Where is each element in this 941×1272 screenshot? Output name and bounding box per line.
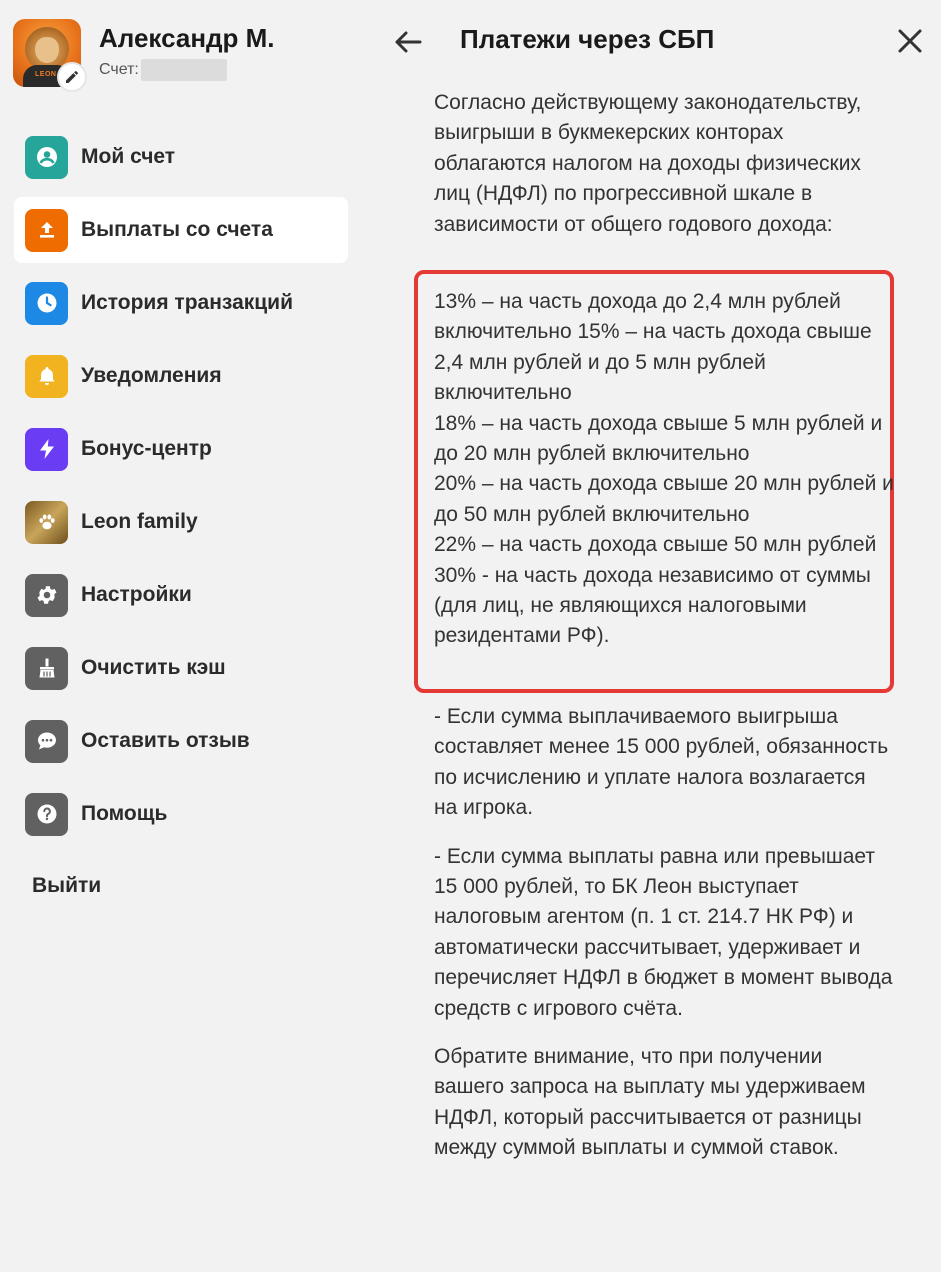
sidebar-item-help[interactable]: Помощь bbox=[14, 781, 348, 847]
sidebar-item-withdrawals[interactable]: Выплаты со счета bbox=[14, 197, 348, 263]
account-number-redacted bbox=[140, 59, 227, 81]
tax-note: - Если сумма выплаты равна или превышает… bbox=[434, 844, 893, 1020]
sidebar-item-my-account[interactable]: Мой счет bbox=[14, 124, 348, 190]
tax-info-intro: Согласно действующему законодательству, … bbox=[434, 88, 894, 240]
bell-icon bbox=[25, 354, 68, 398]
profile-name: Александр М. bbox=[99, 23, 275, 53]
paw-icon bbox=[25, 500, 68, 544]
sidebar-item-bonus-center[interactable]: Бонус-центр bbox=[14, 416, 348, 482]
sidebar-item-label: История транзакций bbox=[81, 291, 293, 314]
lion-face bbox=[35, 37, 59, 63]
page-title: Платежи через СБП bbox=[460, 24, 715, 54]
tax-rate-item: 30% - на часть дохода независимо от сумм… bbox=[434, 563, 871, 648]
arrow-left-icon bbox=[395, 31, 422, 53]
account-number: Счет: bbox=[99, 59, 227, 81]
pencil-icon bbox=[66, 70, 78, 83]
close-button[interactable] bbox=[893, 24, 927, 58]
tax-rate-item: 20% – на часть дохода свыше 20 млн рубле… bbox=[434, 472, 894, 526]
tax-rate-item: 13% – на часть дохода до 2,4 млн рублей … bbox=[434, 290, 872, 405]
sidebar-item-feedback[interactable]: Оставить отзыв bbox=[14, 708, 348, 774]
sidebar-item-transaction-history[interactable]: История транзакций bbox=[14, 270, 348, 336]
clock-icon bbox=[25, 281, 68, 325]
sidebar-item-label: Настройки bbox=[81, 583, 192, 606]
sidebar-item-label: Помощь bbox=[81, 802, 168, 825]
edit-avatar-button[interactable] bbox=[57, 62, 87, 92]
sidebar-item-notifications[interactable]: Уведомления bbox=[14, 343, 348, 409]
sidebar-item-label: Оставить отзыв bbox=[81, 729, 250, 752]
tax-rates-list: 13% – на часть дохода до 2,4 млн рублей … bbox=[434, 287, 894, 652]
sidebar-item-settings[interactable]: Настройки bbox=[14, 562, 348, 628]
tax-rate-item: 22% – на часть дохода свыше 50 млн рубле… bbox=[434, 533, 877, 557]
tax-note: Обратите внимание, что при получении ваш… bbox=[434, 1045, 866, 1160]
chat-bubble-icon bbox=[25, 719, 68, 763]
help-icon bbox=[25, 792, 68, 836]
profile-header: LEON Александр М. Счет: bbox=[13, 19, 353, 92]
sidebar-item-label: Очистить кэш bbox=[81, 656, 226, 679]
intro-paragraph: Согласно действующему законодательству, … bbox=[434, 91, 862, 236]
sidebar-item-leon-family[interactable]: Leon family bbox=[14, 489, 348, 555]
sidebar-item-label: Уведомления bbox=[81, 364, 222, 387]
user-circle-icon bbox=[25, 135, 68, 179]
avatar-shirt-text: LEON bbox=[35, 71, 57, 78]
tax-notes: - Если сумма выплачиваемого выигрыша сос… bbox=[434, 702, 894, 1182]
broom-icon bbox=[25, 646, 68, 690]
logout-link[interactable]: Выйти bbox=[32, 874, 101, 898]
tax-rate-item: 18% – на часть дохода свыше 5 млн рублей… bbox=[434, 411, 883, 466]
tax-note: - Если сумма выплачиваемого выигрыша сос… bbox=[434, 705, 889, 820]
gear-icon bbox=[25, 573, 68, 617]
upload-icon bbox=[25, 208, 68, 252]
sidebar-item-label: Бонус-центр bbox=[81, 437, 212, 460]
account-label: Счет: bbox=[99, 61, 139, 78]
back-button[interactable] bbox=[390, 24, 426, 60]
sidebar-item-label: Leon family bbox=[81, 510, 198, 533]
sidebar-item-label: Выплаты со счета bbox=[81, 218, 273, 241]
lightning-icon bbox=[25, 427, 68, 471]
sidebar-menu: Мой счет Выплаты со счета История транза… bbox=[14, 124, 348, 854]
sidebar-item-label: Мой счет bbox=[81, 145, 176, 168]
sidebar-item-clear-cache[interactable]: Очистить кэш bbox=[14, 635, 348, 701]
close-icon bbox=[898, 29, 922, 53]
